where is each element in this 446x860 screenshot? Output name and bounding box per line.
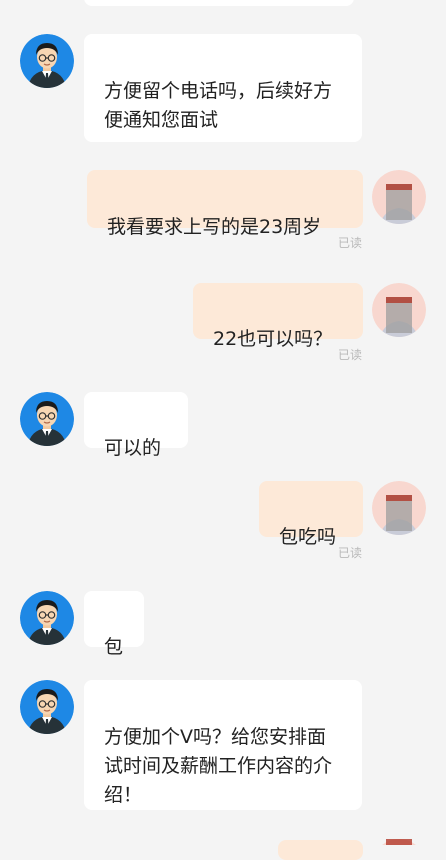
message-text: 我看要求上写的是23周岁 xyxy=(107,216,322,238)
message-bubble-incoming[interactable]: 可以的 xyxy=(84,392,188,459)
message-text: 方便加个V吗？给您安排面试时间及薪酬工作内容的介绍！ xyxy=(104,726,333,806)
user-avatar-icon[interactable] xyxy=(372,481,426,535)
recruiter-avatar-icon[interactable] xyxy=(20,392,74,446)
read-status: 已读 xyxy=(337,348,362,362)
read-status: 已读 xyxy=(337,236,362,250)
read-status: 已读 xyxy=(337,546,362,560)
message-bubble-outgoing[interactable]: 我看要求上写的是23周岁 xyxy=(87,170,363,238)
message-bubble-incoming[interactable]: 包 xyxy=(84,591,144,658)
message-bubble-incoming[interactable]: 方便留个电话吗，后续好方便通知您面试 xyxy=(84,34,362,142)
message-bubble-incoming[interactable]: 方便加个V吗？给您安排面试时间及薪酬工作内容的介绍！ xyxy=(84,680,362,810)
chat-thread[interactable]: 方便留个电话吗，后续好方便通知您面试 我看要求上写的是23周岁 已读 22也可以… xyxy=(0,0,446,860)
recruiter-avatar-icon[interactable] xyxy=(20,591,74,645)
recruiter-avatar-icon[interactable] xyxy=(20,680,74,734)
message-bubble-partial xyxy=(84,0,354,6)
recruiter-avatar-icon[interactable] xyxy=(20,34,74,88)
message-bubble-outgoing[interactable]: 包吃吗 xyxy=(259,481,363,548)
user-avatar-icon[interactable] xyxy=(372,283,426,337)
message-bubble-partial xyxy=(278,840,363,860)
message-bubble-outgoing[interactable]: 22也可以吗？ xyxy=(193,283,363,350)
message-text: 包 xyxy=(104,636,124,658)
user-avatar-icon[interactable] xyxy=(372,170,426,224)
user-avatar-icon xyxy=(372,839,426,845)
message-text: 方便留个电话吗，后续好方便通知您面试 xyxy=(104,80,333,131)
message-text: 可以的 xyxy=(104,437,162,459)
message-text: 22也可以吗？ xyxy=(213,328,333,350)
